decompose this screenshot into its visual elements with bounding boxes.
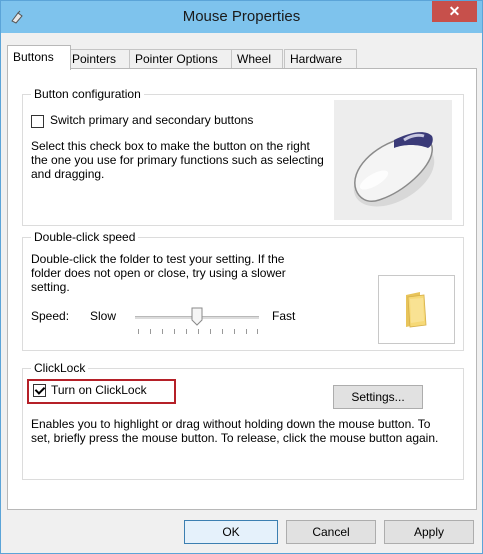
button-configuration-group: Button configuration Switch primary and … xyxy=(22,87,464,226)
folder-icon[interactable] xyxy=(396,291,434,329)
clicklock-checkbox[interactable] xyxy=(33,384,46,397)
speed-slider-thumb[interactable] xyxy=(191,307,203,326)
mouse-illustration-icon xyxy=(334,100,452,220)
tab-pointers[interactable]: Pointers xyxy=(66,49,130,69)
close-button[interactable]: ✕ xyxy=(432,1,477,22)
cancel-button[interactable]: Cancel xyxy=(286,520,376,544)
tab-wheel[interactable]: Wheel xyxy=(231,49,283,69)
switch-buttons-label[interactable]: Switch primary and secondary buttons xyxy=(50,113,253,127)
test-folder-box[interactable] xyxy=(378,275,455,344)
button-configuration-title: Button configuration xyxy=(31,87,144,101)
clicklock-label[interactable]: Turn on ClickLock xyxy=(51,383,147,397)
mouse-properties-window: Mouse Properties ✕ Buttons Pointers Poin… xyxy=(0,0,483,554)
ok-button[interactable]: OK xyxy=(184,520,278,544)
button-config-description: Select this check box to make the button… xyxy=(31,139,324,181)
speed-label: Speed: xyxy=(31,309,70,323)
speed-slider-ticks xyxy=(138,329,258,334)
clicklock-title: ClickLock xyxy=(31,361,89,375)
clicklock-settings-button[interactable]: Settings... xyxy=(333,385,423,409)
title-bar[interactable]: Mouse Properties ✕ xyxy=(1,1,482,33)
double-click-speed-group: Double-click speed Double-click the fold… xyxy=(22,230,464,351)
double-click-speed-title: Double-click speed xyxy=(31,230,139,244)
slow-label: Slow xyxy=(90,309,117,323)
tab-hardware[interactable]: Hardware xyxy=(284,49,357,69)
clicklock-group: ClickLock Turn on ClickLock Settings... … xyxy=(22,361,464,480)
clicklock-description: Enables you to highlight or drag without… xyxy=(31,417,439,445)
fast-label: Fast xyxy=(272,309,296,323)
switch-buttons-checkbox[interactable] xyxy=(31,115,44,128)
buttons-tab-panel: Button configuration Switch primary and … xyxy=(7,68,477,510)
tab-pointer-options[interactable]: Pointer Options xyxy=(129,49,237,69)
double-click-description: Double-click the folder to test your set… xyxy=(31,252,286,294)
tab-buttons[interactable]: Buttons xyxy=(7,45,71,70)
window-title: Mouse Properties xyxy=(182,8,301,25)
apply-button[interactable]: Apply xyxy=(384,520,474,544)
